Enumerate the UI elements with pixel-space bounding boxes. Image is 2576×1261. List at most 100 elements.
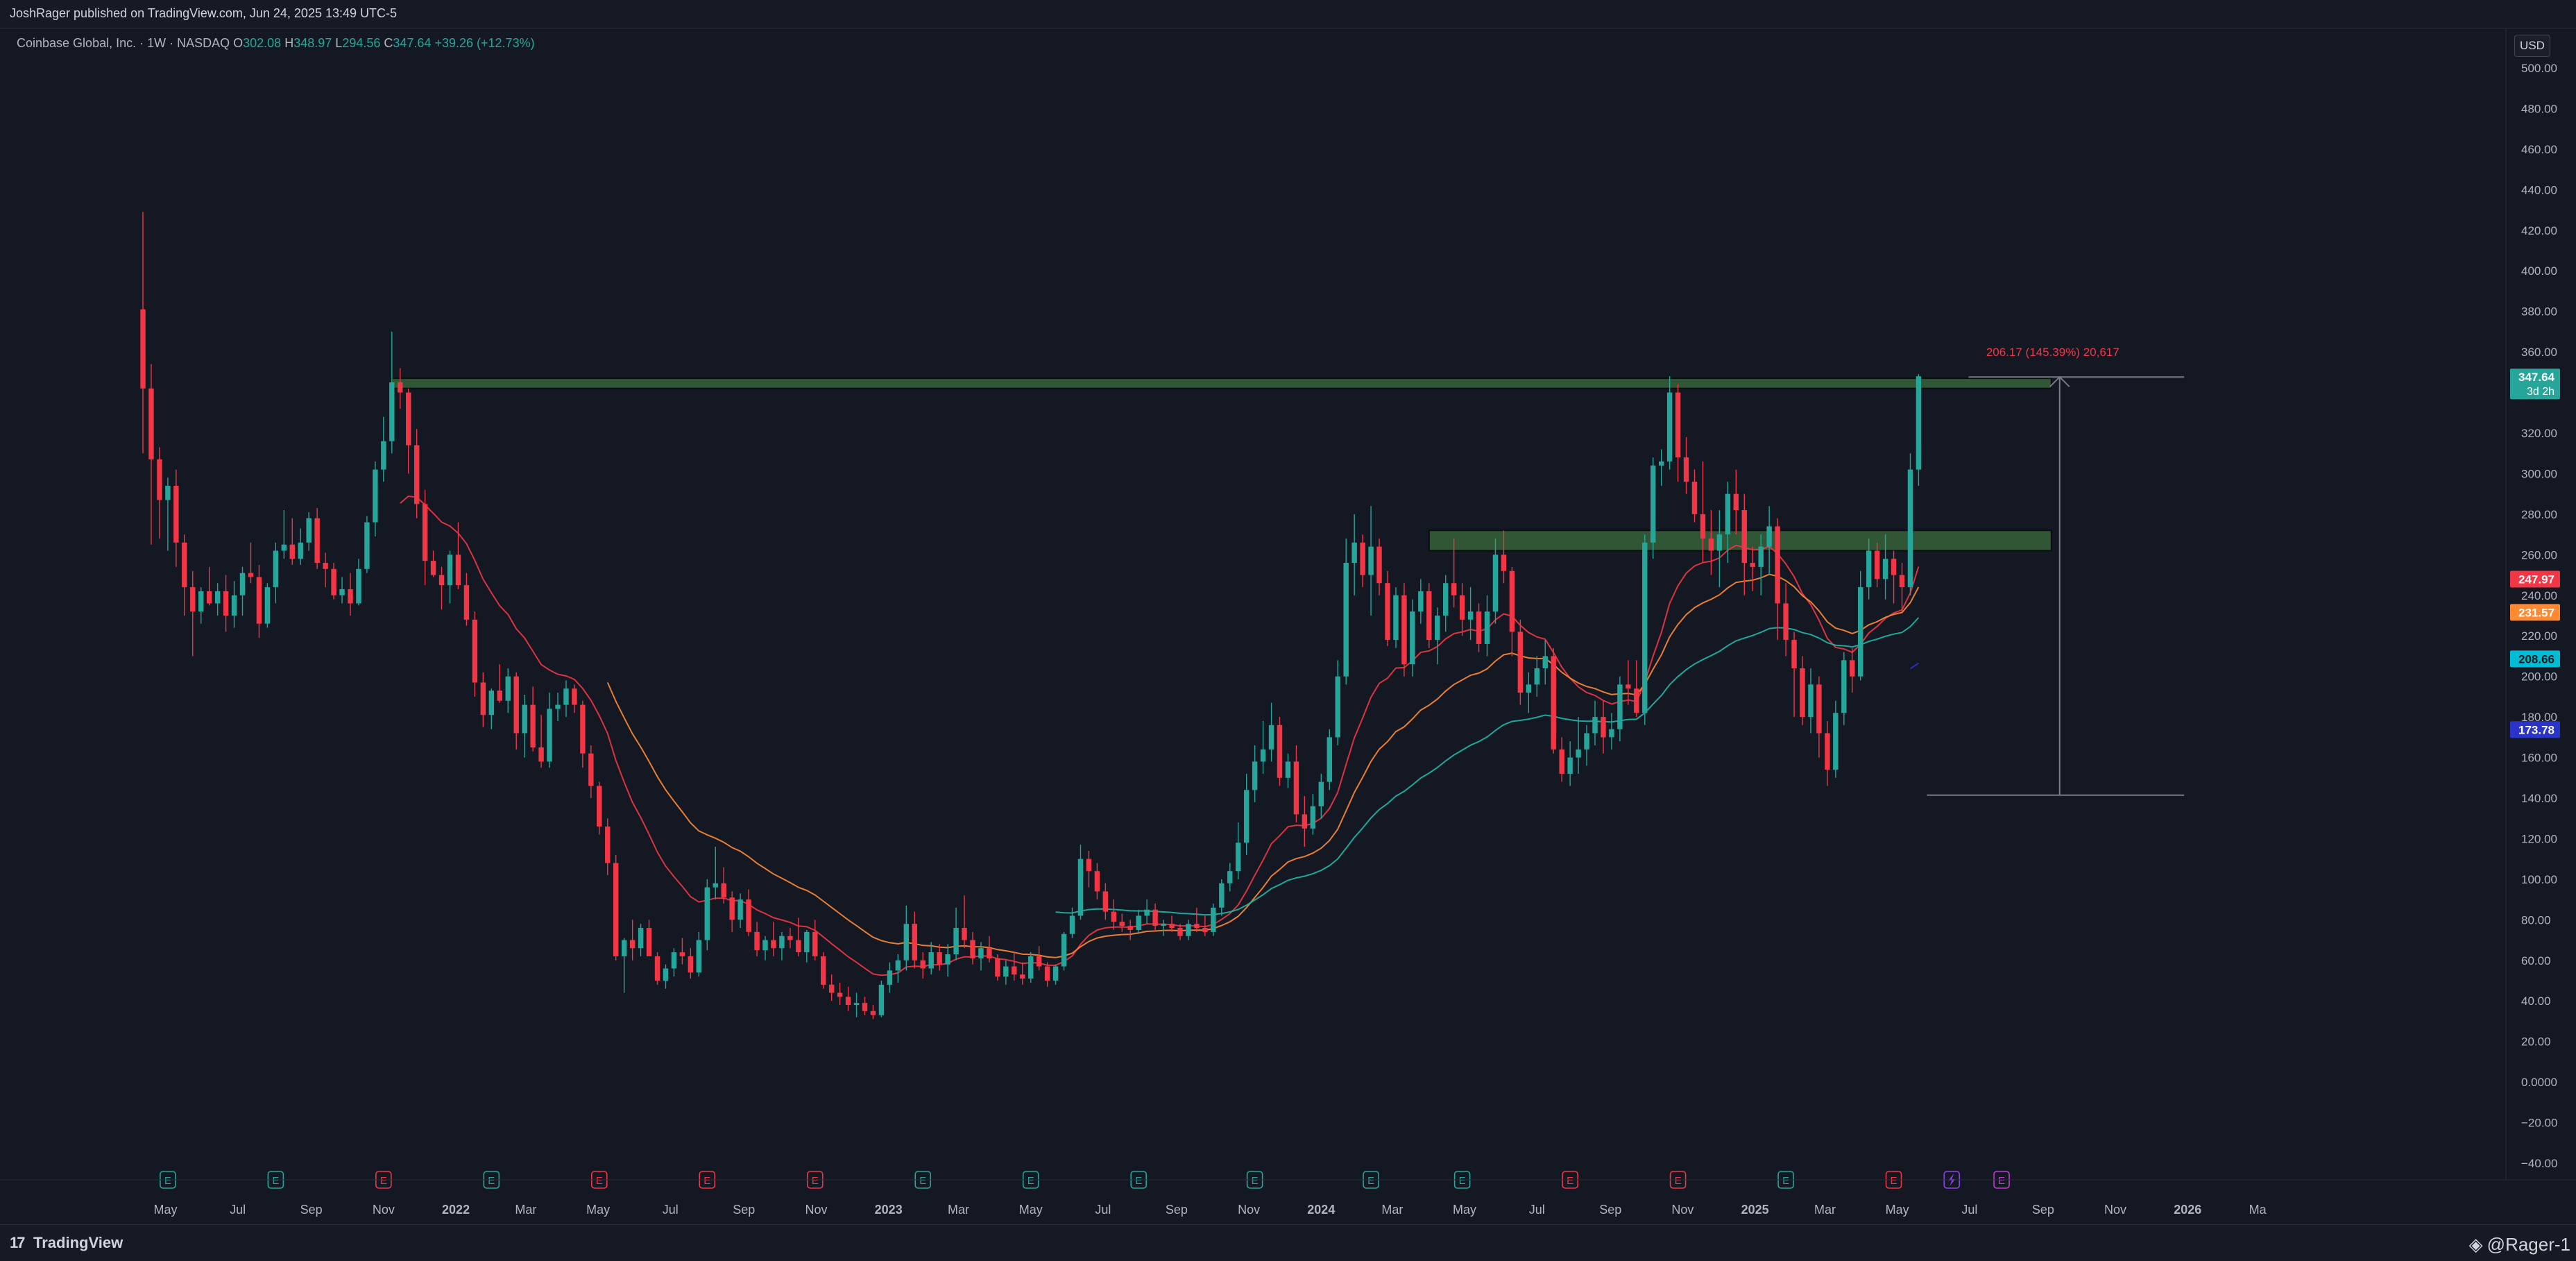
candle-body[interactable]	[1650, 465, 1656, 543]
candle-body[interactable]	[1800, 668, 1805, 718]
candle-body[interactable]	[1426, 591, 1432, 641]
candle-body[interactable]	[281, 544, 287, 551]
candle-body[interactable]	[1808, 684, 1814, 718]
candle-body[interactable]	[1102, 891, 1109, 912]
candle-body[interactable]	[1385, 583, 1390, 641]
candle-body[interactable]	[563, 688, 569, 705]
candle-body[interactable]	[597, 786, 602, 827]
candle-body[interactable]	[1825, 733, 1830, 770]
candle-body[interactable]	[903, 924, 910, 960]
candle-body[interactable]	[1700, 514, 1706, 539]
candle-body[interactable]	[1144, 909, 1150, 916]
candle-body[interactable]	[1451, 583, 1457, 595]
candle-body[interactable]	[348, 589, 353, 604]
candle-body[interactable]	[920, 960, 926, 969]
candle-body[interactable]	[1526, 684, 1532, 693]
candle-body[interactable]	[1882, 559, 1888, 579]
candle-body[interactable]	[513, 676, 519, 734]
candle-body[interactable]	[1584, 733, 1589, 750]
candle-body[interactable]	[406, 392, 411, 446]
candle-body[interactable]	[173, 485, 179, 543]
candle-body[interactable]	[1243, 790, 1249, 843]
candle-body[interactable]	[488, 691, 495, 716]
candle-body[interactable]	[1617, 684, 1623, 729]
candle-body[interactable]	[654, 956, 660, 981]
candle-body[interactable]	[1086, 858, 1092, 872]
candle-body[interactable]	[1492, 555, 1499, 612]
candle-body[interactable]	[273, 550, 279, 588]
candle-body[interactable]	[1069, 915, 1075, 934]
candle-body[interactable]	[1576, 749, 1581, 758]
candle-body[interactable]	[1410, 611, 1415, 665]
candle-body[interactable]	[1484, 611, 1490, 644]
candle-body[interactable]	[1833, 713, 1839, 770]
candle-body[interactable]	[1916, 376, 1922, 470]
candle-body[interactable]	[505, 676, 511, 701]
candle-body[interactable]	[231, 595, 237, 616]
candle-body[interactable]	[381, 441, 386, 470]
candle-body[interactable]	[638, 928, 644, 949]
candle-body[interactable]	[1708, 538, 1714, 551]
candle-body[interactable]	[572, 688, 577, 705]
candle-body[interactable]	[737, 899, 743, 920]
candle-body[interactable]	[1169, 924, 1175, 929]
candle-body[interactable]	[1094, 871, 1100, 892]
candle-body[interactable]	[555, 704, 561, 709]
candle-body[interactable]	[1012, 966, 1017, 975]
candle-body[interactable]	[223, 591, 229, 616]
candle-body[interactable]	[1476, 611, 1482, 644]
candle-body[interactable]	[389, 382, 395, 441]
candle-body[interactable]	[671, 952, 677, 969]
candle-body[interactable]	[1666, 392, 1673, 462]
candle-body[interactable]	[190, 587, 196, 612]
candle-body[interactable]	[1683, 457, 1689, 482]
candle-body[interactable]	[331, 568, 336, 595]
candle-body[interactable]	[1285, 761, 1291, 778]
candle-body[interactable]	[1177, 928, 1183, 936]
candle-body[interactable]	[1816, 684, 1822, 734]
tradingview-logo[interactable]: 17 TradingView	[10, 1234, 123, 1252]
candle-body[interactable]	[422, 504, 428, 561]
candle-body[interactable]	[1858, 587, 1863, 677]
candle-body[interactable]	[1343, 563, 1349, 677]
candle-body[interactable]	[962, 928, 967, 940]
candle-body[interactable]	[1268, 725, 1274, 750]
candle-body[interactable]	[472, 619, 478, 683]
candle-body[interactable]	[937, 952, 942, 965]
candle-body[interactable]	[289, 544, 295, 559]
candle-body[interactable]	[364, 522, 370, 569]
candle-body[interactable]	[688, 956, 694, 973]
candle-body[interactable]	[1194, 924, 1200, 929]
candle-body[interactable]	[1841, 660, 1847, 713]
candle-body[interactable]	[1236, 843, 1241, 872]
candle-body[interactable]	[1028, 956, 1034, 979]
candle-body[interactable]	[256, 577, 262, 624]
candle-body[interactable]	[1509, 570, 1515, 632]
candle-body[interactable]	[621, 940, 627, 956]
candle-body[interactable]	[1435, 616, 1440, 641]
candle-body[interactable]	[729, 897, 735, 920]
candle-body[interactable]	[887, 970, 893, 985]
candle-body[interactable]	[713, 883, 718, 888]
candle-body[interactable]	[447, 555, 453, 586]
candle-body[interactable]	[629, 940, 636, 949]
candle-body[interactable]	[1020, 974, 1025, 979]
candle-body[interactable]	[398, 382, 403, 393]
candle-body[interactable]	[413, 445, 420, 505]
candle-body[interactable]	[1310, 806, 1316, 829]
candle-body[interactable]	[1609, 729, 1614, 738]
candle-body[interactable]	[538, 747, 544, 762]
candle-body[interactable]	[1443, 583, 1449, 616]
candle-body[interactable]	[580, 704, 586, 754]
candle-body[interactable]	[1907, 469, 1913, 588]
candle-body[interactable]	[1186, 924, 1191, 936]
candle-body[interactable]	[1741, 510, 1747, 564]
candle-body[interactable]	[771, 940, 776, 949]
candle-body[interactable]	[140, 309, 146, 389]
candle-body[interactable]	[646, 928, 652, 956]
candle-body[interactable]	[1211, 907, 1216, 932]
candle-body[interactable]	[480, 682, 486, 716]
candle-body[interactable]	[1891, 559, 1897, 575]
candle-body[interactable]	[522, 704, 527, 734]
candle-body[interactable]	[1003, 966, 1009, 977]
